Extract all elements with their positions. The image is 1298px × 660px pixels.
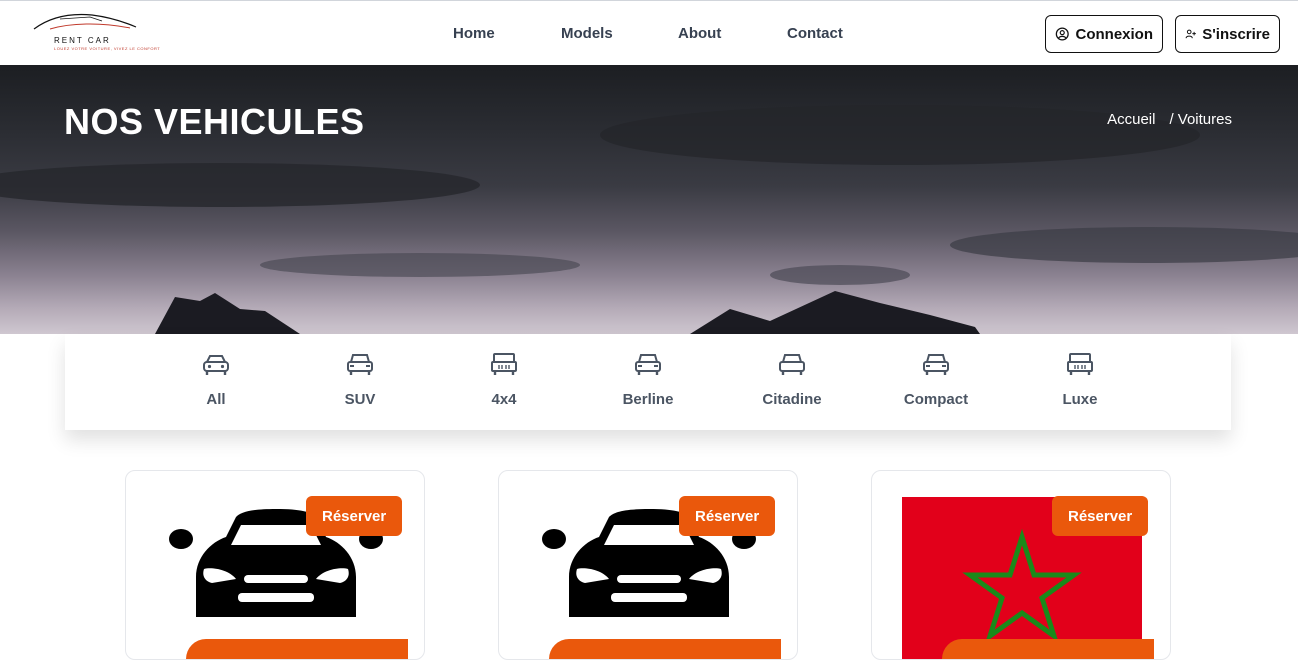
category-compact[interactable]: Compact [886, 352, 986, 408]
vehicle-card[interactable]: Réserver [871, 470, 1171, 660]
logo-tagline: LOUEZ VOTRE VOITURE, VIVEZ LE CONFORT [54, 46, 161, 51]
signup-label: S'inscrire [1202, 25, 1270, 43]
reserve-button[interactable]: Réserver [1052, 496, 1149, 536]
car-icon [635, 354, 661, 375]
category-berline[interactable]: Berline [598, 352, 698, 408]
category-label: All [206, 391, 226, 408]
breadcrumb-current: / Voitures [1169, 111, 1232, 128]
nav-contact[interactable]: Contact [787, 25, 843, 42]
car-icon [347, 354, 373, 375]
price-ribbon [186, 639, 408, 659]
price-ribbon [549, 639, 781, 659]
logo-title: RENT CAR [54, 36, 111, 45]
category-4x4[interactable]: 4x4 [454, 352, 554, 408]
category-label: Berline [622, 391, 674, 408]
reserve-button[interactable]: Réserver [306, 496, 403, 536]
category-filter: All SUV 4x4 Berline Citadine Compact Lux… [65, 334, 1231, 430]
site-header: RENT CAR LOUEZ VOTRE VOITURE, VIVEZ LE C… [0, 0, 1298, 65]
nav-about[interactable]: About [678, 25, 721, 42]
breadcrumb-home[interactable]: Accueil [1107, 111, 1155, 128]
reserve-button[interactable]: Réserver [679, 496, 776, 536]
car-icon [923, 354, 949, 375]
login-label: Connexion [1075, 25, 1154, 43]
hero-banner: NOS VEHICULES Accueil / Voitures [0, 65, 1298, 334]
category-label: Luxe [1062, 391, 1098, 408]
user-plus-icon [1185, 29, 1196, 39]
user-circle-icon [1055, 27, 1069, 41]
category-label: 4x4 [491, 391, 517, 408]
category-suv[interactable]: SUV [310, 352, 410, 408]
login-button[interactable]: Connexion [1045, 15, 1163, 53]
vehicle-card[interactable]: Réserver [125, 470, 425, 660]
page-title: NOS VEHICULES [64, 101, 365, 142]
price-ribbon [942, 639, 1154, 659]
signup-button[interactable]: S'inscrire [1175, 15, 1280, 53]
jeep-icon [1067, 353, 1093, 375]
nav-models[interactable]: Models [561, 25, 613, 42]
vehicle-card[interactable]: Réserver [498, 470, 798, 660]
jeep-icon [491, 353, 517, 375]
category-all[interactable]: All [166, 352, 266, 408]
category-label: Compact [903, 391, 969, 408]
nav-home[interactable]: Home [453, 25, 495, 42]
category-label: SUV [344, 391, 376, 408]
car-icon [779, 354, 805, 375]
rent-car-logo[interactable]: RENT CAR LOUEZ VOTRE VOITURE, VIVEZ LE C… [30, 9, 160, 57]
car-outline-icon [33, 13, 137, 30]
category-citadine[interactable]: Citadine [742, 352, 842, 408]
category-label: Citadine [762, 391, 822, 408]
category-luxe[interactable]: Luxe [1030, 352, 1130, 408]
car-front-icon [203, 355, 229, 375]
breadcrumb: Accueil / Voitures [1107, 111, 1232, 128]
